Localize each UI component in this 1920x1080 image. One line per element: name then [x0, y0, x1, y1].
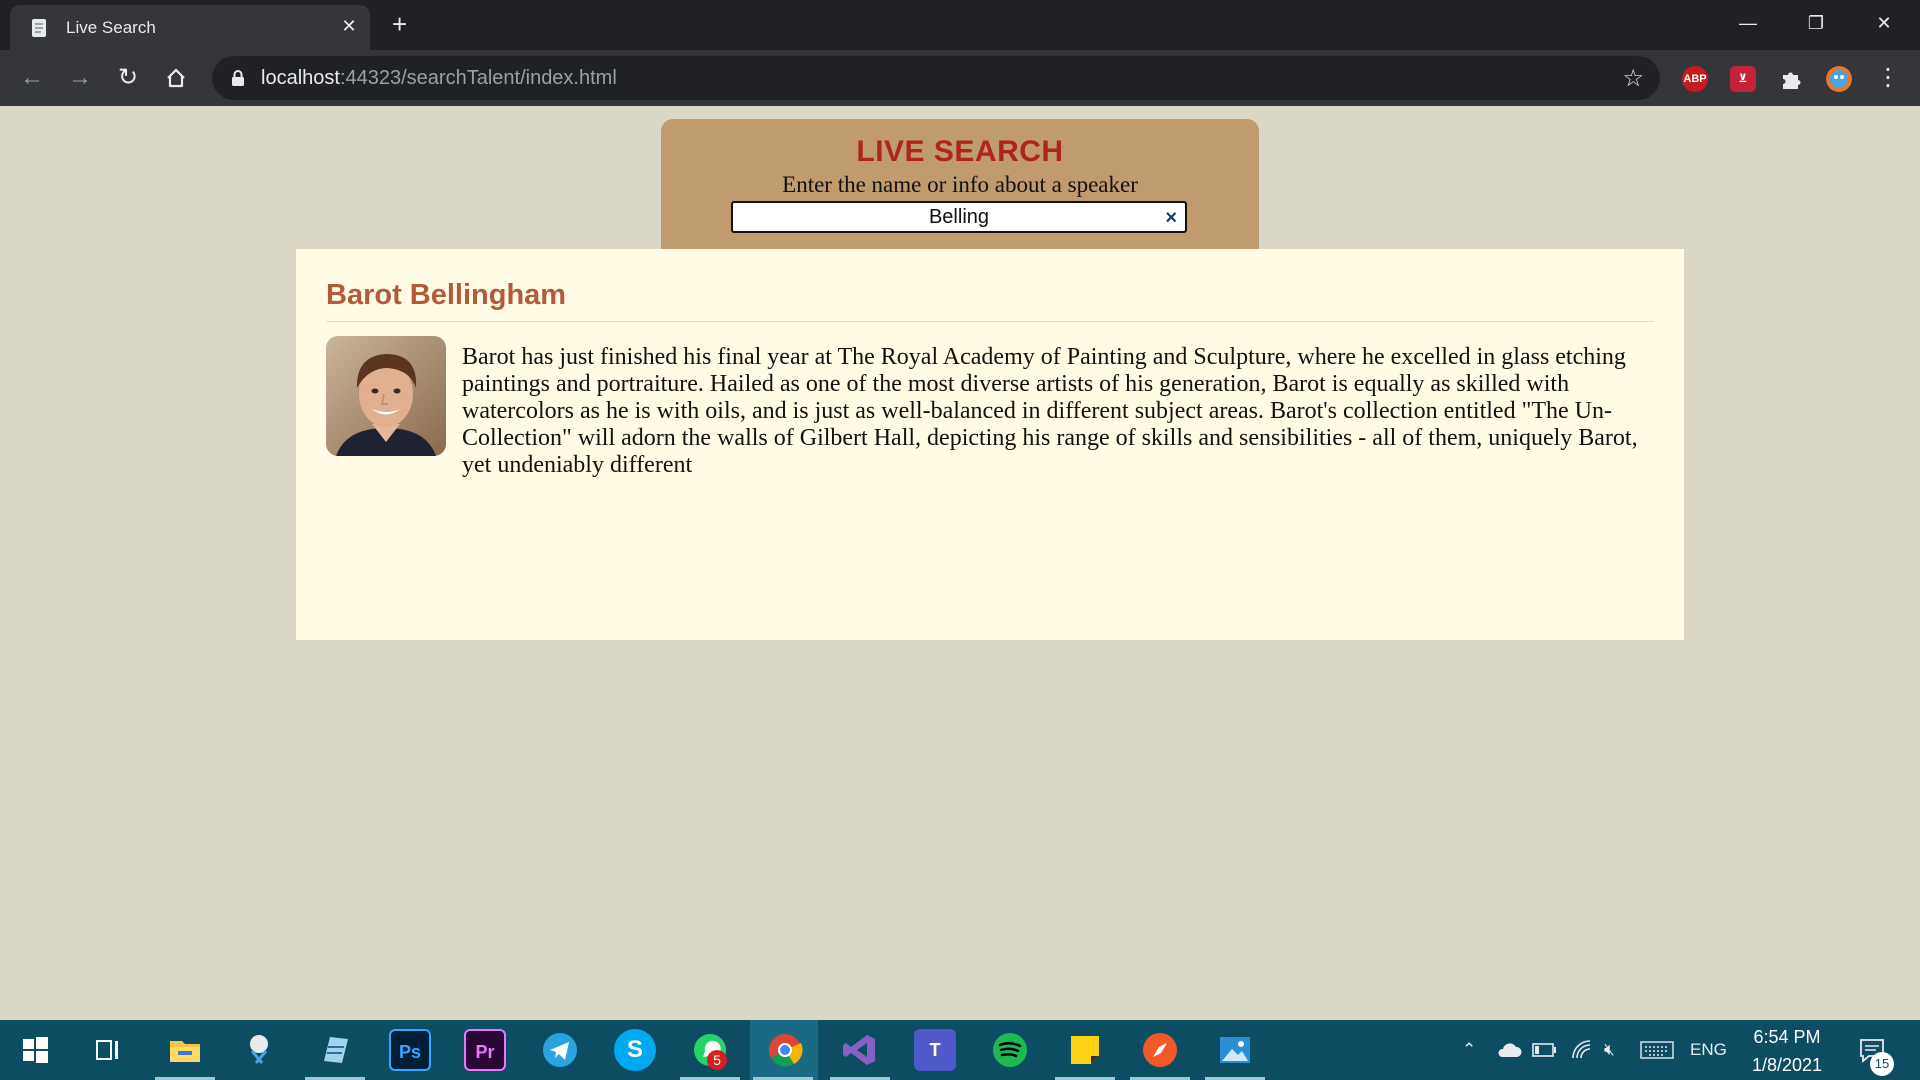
telegram-icon[interactable] [539, 1029, 581, 1071]
page-icon [32, 19, 46, 37]
language-indicator[interactable]: ENG [1690, 1020, 1727, 1080]
search-results: Barot Bellingham Barot has just finished… [296, 249, 1684, 640]
lock-icon[interactable] [229, 69, 247, 87]
search-panel: LIVE SEARCH Enter the name or info about… [661, 119, 1259, 253]
onedrive-cloud-icon[interactable] [1496, 1040, 1522, 1060]
spotify-icon[interactable] [989, 1029, 1031, 1071]
speaker-bio: Barot has just finished his final year a… [462, 344, 1638, 478]
windows-start-icon[interactable] [14, 1029, 56, 1071]
photos-icon[interactable] [1214, 1029, 1256, 1071]
browser-toolbar: ← → ↻ localhost:44323/searchTalent/index… [0, 50, 1920, 106]
restore-button[interactable]: ❐ [1796, 8, 1836, 38]
teams-icon[interactable]: T [914, 1029, 956, 1071]
browser-tab-bar: Live Search ✕ + — ❐ ✕ [0, 0, 1920, 50]
notification-count-badge: 15 [1870, 1052, 1894, 1076]
minimize-button[interactable]: — [1728, 8, 1768, 38]
clock-time: 6:54 PM [1753, 1027, 1821, 1047]
show-hidden-icons-chevron-icon[interactable]: ⌃ [1462, 1020, 1476, 1080]
task-view-icon[interactable] [86, 1029, 128, 1071]
photoshop-icon[interactable]: Ps [389, 1029, 431, 1071]
browser-tab[interactable]: Live Search ✕ [10, 5, 370, 50]
profile-avatar-icon[interactable] [1826, 66, 1852, 92]
skype-icon[interactable]: S [614, 1029, 656, 1071]
url-text[interactable]: localhost:44323/searchTalent/index.html [261, 67, 617, 90]
extensions-puzzle-icon[interactable] [1778, 66, 1804, 92]
sticky-notes-icon[interactable] [1064, 1029, 1106, 1071]
clock-date: 1/8/2021 [1751, 1055, 1823, 1075]
premiere-icon[interactable]: Pr [464, 1029, 506, 1071]
keyboard-icon[interactable] [1640, 1040, 1674, 1060]
search-input[interactable] [733, 203, 1185, 231]
divider [326, 321, 1654, 322]
url-host: localhost [261, 67, 340, 89]
pocket-icon[interactable]: ⊻ [1730, 66, 1756, 92]
home-icon[interactable] [160, 62, 192, 94]
visual-studio-icon[interactable] [839, 1029, 881, 1071]
tab-close-icon[interactable]: ✕ [338, 16, 360, 37]
wifi-icon[interactable] [1570, 1038, 1594, 1062]
snipping-tool-icon[interactable] [238, 1029, 280, 1071]
file-explorer-icon[interactable] [164, 1029, 206, 1071]
page-content: LIVE SEARCH Enter the name or info about… [0, 106, 1920, 1020]
bookmark-star-icon[interactable]: ☆ [1622, 64, 1644, 93]
search-subtitle: Enter the name or info about a speaker [782, 172, 1138, 197]
search-input-wrapper: × [731, 201, 1187, 233]
clear-search-icon[interactable]: × [1165, 206, 1177, 230]
speaker-muted-icon[interactable]: 🔇︎ [1604, 1020, 1615, 1080]
system-clock[interactable]: 6:54 PM 1/8/2021 [1737, 1020, 1837, 1080]
windows-taskbar: Ps Pr S 5 T ⌃ 🔇︎ ENG 6:54 PM 1/8/2021 15 [0, 1020, 1920, 1080]
speaker-name: Barot Bellingham [326, 279, 567, 311]
more-menu-icon[interactable]: ⋮ [1872, 62, 1904, 94]
new-tab-button[interactable]: + [392, 10, 407, 38]
notepad-icon[interactable] [314, 1029, 356, 1071]
tab-title: Live Search [66, 18, 156, 37]
whatsapp-badge: 5 [707, 1050, 727, 1070]
search-title: LIVE SEARCH [856, 135, 1064, 168]
battery-icon[interactable] [1532, 1042, 1558, 1058]
adblock-plus-icon[interactable]: ABP [1682, 66, 1708, 92]
address-bar[interactable]: localhost:44323/searchTalent/index.html … [212, 56, 1660, 100]
close-window-button[interactable]: ✕ [1864, 8, 1904, 38]
reload-icon[interactable]: ↻ [112, 62, 144, 94]
speaker-avatar [326, 336, 446, 456]
back-arrow-icon[interactable]: ← [16, 62, 48, 94]
url-path: :44323/searchTalent/index.html [339, 67, 617, 89]
chrome-icon[interactable] [764, 1029, 806, 1071]
compass-app-icon[interactable] [1139, 1029, 1181, 1071]
forward-arrow-icon[interactable]: → [64, 62, 96, 94]
